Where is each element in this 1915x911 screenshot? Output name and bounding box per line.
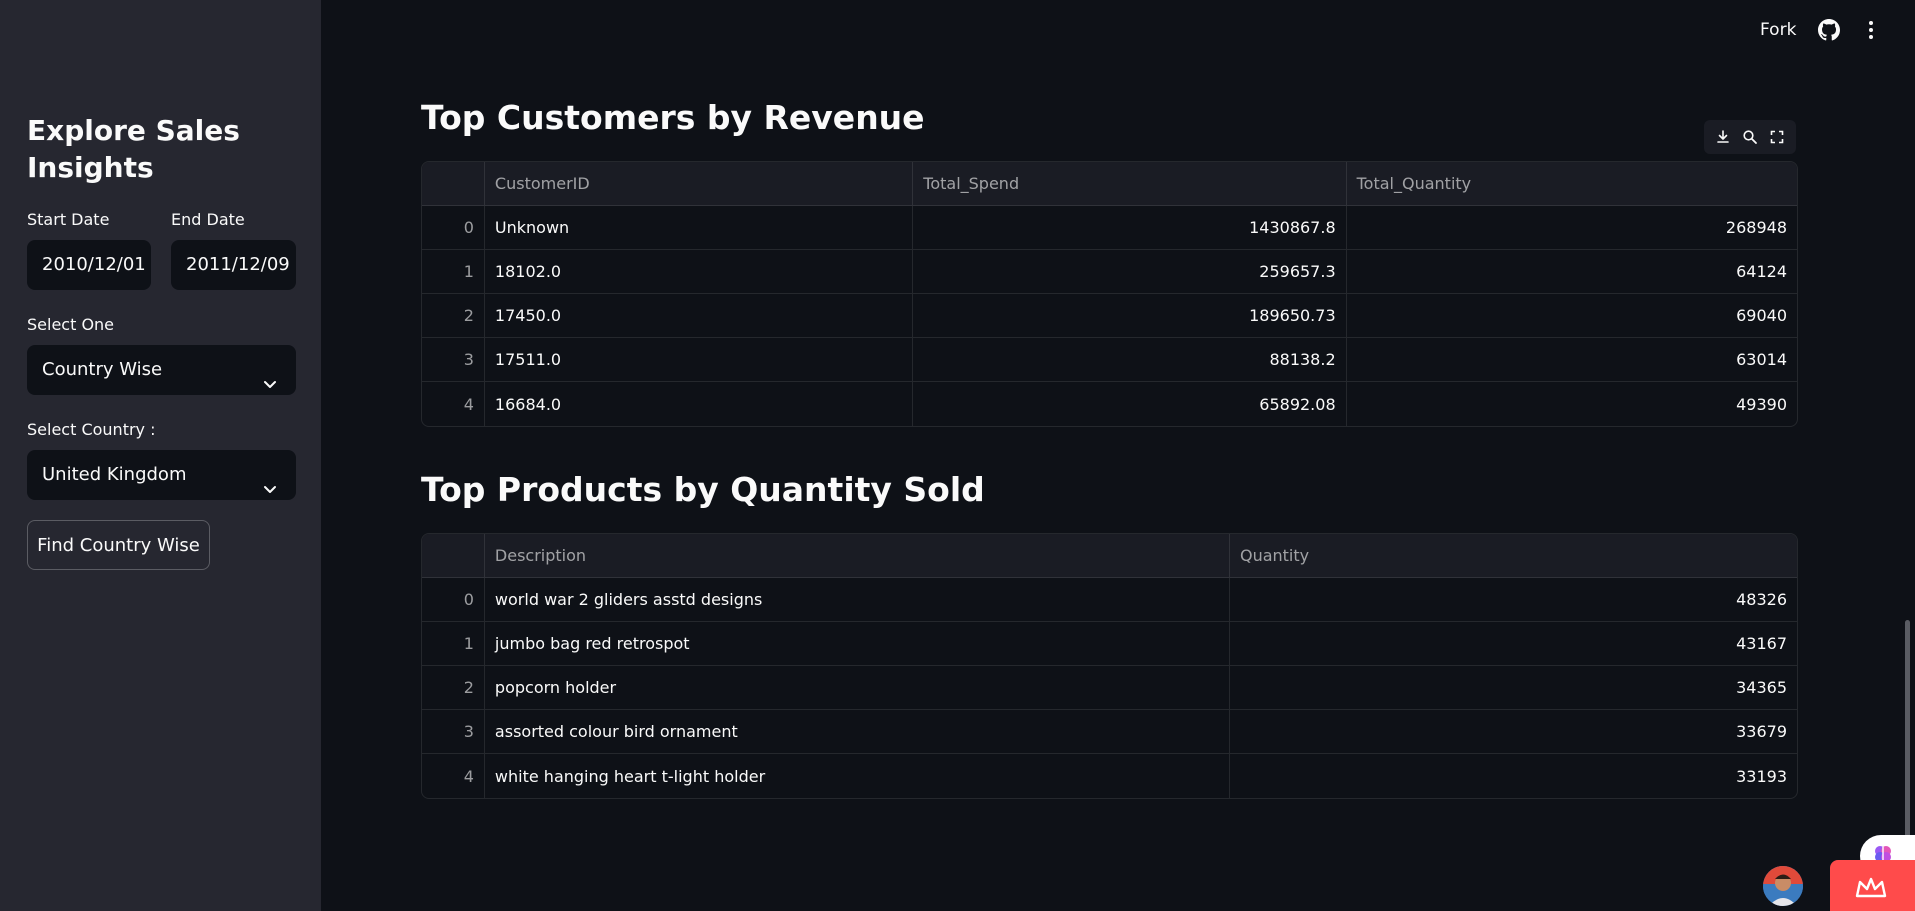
- start-date-label: Start Date: [27, 210, 110, 229]
- table-row: 2 popcorn holder 34365: [422, 666, 1797, 710]
- end-date-label: End Date: [171, 210, 245, 229]
- cell-quantity[interactable]: 43167: [1229, 622, 1797, 666]
- table-row: 3 assorted colour bird ornament 33679: [422, 710, 1797, 754]
- find-country-wise-button[interactable]: Find Country Wise: [27, 520, 210, 570]
- sidebar: Explore Sales Insights Start Date End Da…: [0, 0, 321, 911]
- cell-description[interactable]: assorted colour bird ornament: [484, 710, 1230, 754]
- cell-quantity[interactable]: 33679: [1229, 710, 1797, 754]
- crown-icon: [1854, 874, 1888, 904]
- cell-description[interactable]: jumbo bag red retrospot: [484, 622, 1230, 666]
- cell-total-spend[interactable]: 259657.3: [913, 250, 1347, 294]
- index-header: [422, 162, 485, 206]
- github-icon[interactable]: [1818, 19, 1840, 41]
- column-header-total-spend[interactable]: Total_Spend: [913, 162, 1347, 206]
- sidebar-title: Explore Sales Insights: [27, 114, 240, 184]
- select-country-dropdown[interactable]: United Kingdom: [27, 450, 296, 500]
- cell-total-spend[interactable]: 65892.08: [913, 382, 1347, 426]
- column-header-customerid[interactable]: CustomerID: [484, 162, 914, 206]
- select-country-label: Select Country :: [27, 420, 156, 439]
- more-vertical-icon[interactable]: [1860, 19, 1882, 41]
- customers-title: Top Customers by Revenue: [421, 98, 925, 137]
- row-index: 2: [422, 294, 485, 338]
- table-row: 0 world war 2 gliders asstd designs 4832…: [422, 578, 1797, 622]
- cell-customer-id[interactable]: 17450.0: [484, 294, 914, 338]
- cell-quantity[interactable]: 48326: [1229, 578, 1797, 622]
- cell-total-spend[interactable]: 1430867.8: [913, 206, 1347, 250]
- cell-description[interactable]: popcorn holder: [484, 666, 1230, 710]
- cell-customer-id[interactable]: 17511.0: [484, 338, 914, 382]
- table-row: 1 18102.0 259657.3 64124: [422, 250, 1797, 294]
- start-date-input[interactable]: 2010/12/01: [27, 240, 151, 290]
- products-title: Top Products by Quantity Sold: [421, 470, 985, 509]
- table-row: 0 Unknown 1430867.8 268948: [422, 206, 1797, 250]
- cell-total-spend[interactable]: 88138.2: [913, 338, 1347, 382]
- customers-table[interactable]: CustomerID Total_Spend Total_Quantity 0 …: [421, 161, 1798, 427]
- table-header-row: Description Quantity: [422, 534, 1797, 578]
- select-one-label: Select One: [27, 315, 115, 334]
- row-index: 4: [422, 754, 485, 798]
- row-index: 1: [422, 622, 485, 666]
- column-header-description[interactable]: Description: [484, 534, 1230, 578]
- cell-description[interactable]: white hanging heart t-light holder: [485, 754, 1230, 798]
- column-header-total-quantity[interactable]: Total_Quantity: [1346, 162, 1797, 206]
- chevron-down-icon: [262, 362, 278, 388]
- avatar[interactable]: [1763, 866, 1803, 906]
- cell-quantity[interactable]: 34365: [1229, 666, 1797, 710]
- cell-total-quantity[interactable]: 49390: [1347, 382, 1797, 426]
- fullscreen-icon[interactable]: [1769, 129, 1785, 145]
- chevron-down-icon: [262, 467, 278, 493]
- table-header-row: CustomerID Total_Spend Total_Quantity: [422, 162, 1797, 206]
- row-index: 1: [422, 250, 485, 294]
- row-index: 4: [422, 382, 485, 426]
- cell-total-quantity[interactable]: 69040: [1346, 294, 1797, 338]
- row-index: 3: [422, 710, 485, 754]
- select-one-dropdown[interactable]: Country Wise: [27, 345, 296, 395]
- cell-description[interactable]: world war 2 gliders asstd designs: [484, 578, 1230, 622]
- select-one-value: Country Wise: [42, 359, 163, 380]
- products-table[interactable]: Description Quantity 0 world war 2 glide…: [421, 533, 1798, 799]
- cell-customer-id[interactable]: 16684.0: [485, 382, 914, 426]
- cell-total-quantity[interactable]: 63014: [1346, 338, 1797, 382]
- table-row: 4 white hanging heart t-light holder 331…: [422, 754, 1797, 798]
- table-row: 2 17450.0 189650.73 69040: [422, 294, 1797, 338]
- download-icon[interactable]: [1715, 129, 1731, 145]
- cell-quantity[interactable]: 33193: [1230, 754, 1797, 798]
- end-date-input[interactable]: 2011/12/09: [171, 240, 296, 290]
- dataframe-toolbar: [1704, 120, 1796, 154]
- index-header: [422, 534, 485, 578]
- cell-customer-id[interactable]: Unknown: [484, 206, 914, 250]
- row-index: 3: [422, 338, 485, 382]
- column-header-quantity[interactable]: Quantity: [1229, 534, 1797, 578]
- cell-total-spend[interactable]: 189650.73: [913, 294, 1347, 338]
- table-row: 4 16684.0 65892.08 49390: [422, 382, 1797, 426]
- cell-customer-id[interactable]: 18102.0: [484, 250, 914, 294]
- row-index: 0: [422, 206, 485, 250]
- cell-total-quantity[interactable]: 64124: [1346, 250, 1797, 294]
- streamlit-badge[interactable]: [1830, 860, 1915, 911]
- table-row: 1 jumbo bag red retrospot 43167: [422, 622, 1797, 666]
- table-row: 3 17511.0 88138.2 63014: [422, 338, 1797, 382]
- row-index: 0: [422, 578, 485, 622]
- select-country-value: United Kingdom: [42, 464, 187, 485]
- row-index: 2: [422, 666, 485, 710]
- fork-button[interactable]: Fork: [1760, 20, 1796, 40]
- search-icon[interactable]: [1742, 129, 1758, 145]
- cell-total-quantity[interactable]: 268948: [1346, 206, 1797, 250]
